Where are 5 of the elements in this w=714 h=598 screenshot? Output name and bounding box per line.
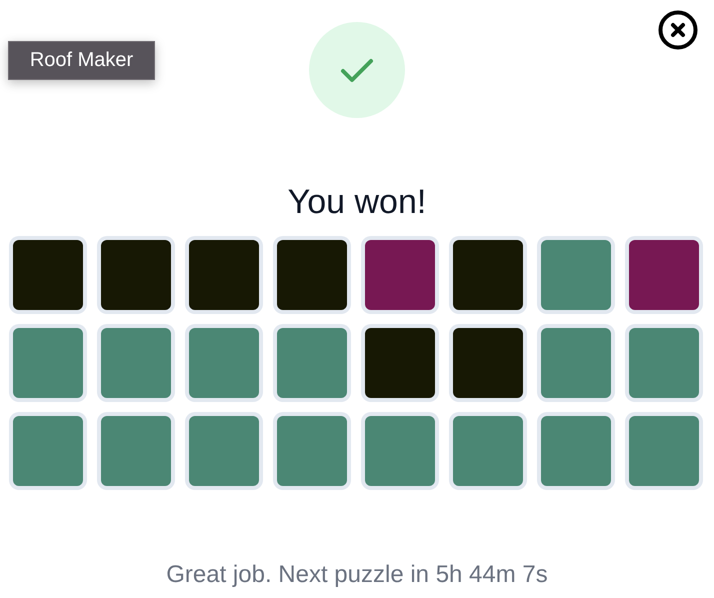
close-button[interactable] bbox=[658, 10, 698, 50]
checkmark-icon bbox=[340, 57, 374, 83]
next-puzzle-message: Great job. Next puzzle in 5h 44m 7s bbox=[166, 560, 548, 590]
result-title: You won! bbox=[288, 182, 426, 222]
tooltip: Roof Maker bbox=[8, 41, 155, 80]
